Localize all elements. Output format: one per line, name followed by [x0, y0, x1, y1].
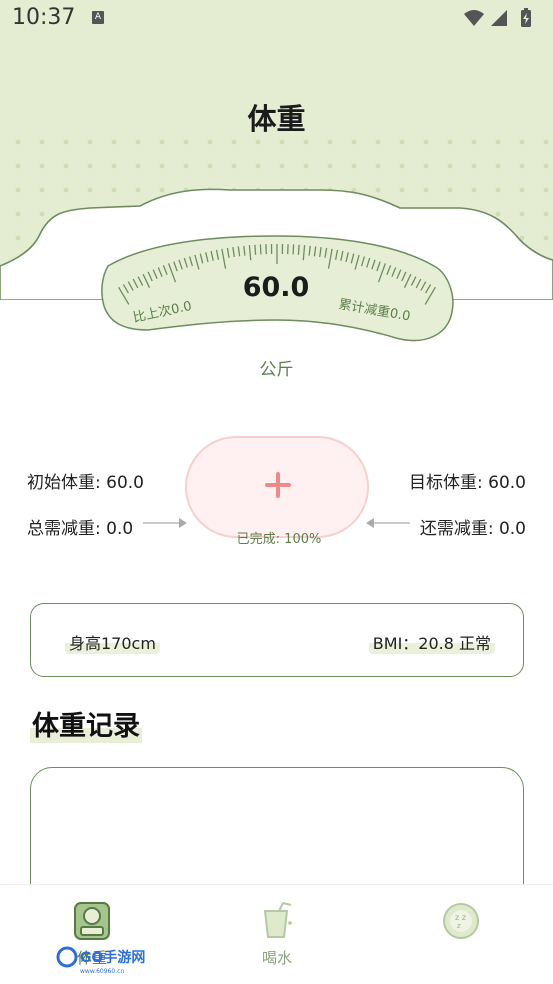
bmi-card: 身高170cm BMI：20.8 正常 [30, 603, 524, 677]
svg-text:z z: z z [455, 913, 466, 922]
right-connector-arrow [366, 516, 410, 530]
notification-icon: A [92, 11, 104, 24]
scale-tick [260, 244, 261, 254]
status-time: 10:37 [12, 5, 75, 30]
total-to-lose: 总需减重: 0.0 [27, 514, 133, 539]
scale-tick [255, 245, 256, 255]
sleep-icon: z z z [441, 901, 481, 941]
battery-icon [521, 8, 531, 27]
svg-text:z: z [457, 922, 461, 930]
add-weight-button[interactable]: 已完成: 100% [185, 436, 369, 538]
wifi-icon [464, 10, 484, 26]
target-weight: 目标体重: 60.0 [409, 468, 526, 493]
status-icons [463, 8, 541, 30]
plus-icon [265, 472, 291, 498]
current-weight-value: 60.0 [196, 272, 356, 303]
watermark-text: GO手游网 [80, 949, 145, 966]
bmi-label: BMI：20.8 正常 [369, 630, 495, 654]
page-title: 体重 [0, 96, 553, 138]
nav-tab-water[interactable]: 喝水 [227, 901, 327, 968]
height-label: 身高170cm [65, 630, 160, 654]
left-connector-arrow [143, 516, 187, 530]
status-bar: 10:37 A [0, 0, 553, 38]
water-cup-icon [257, 901, 297, 941]
signal-icon [491, 10, 507, 26]
remaining-to-lose: 还需减重: 0.0 [420, 514, 526, 539]
initial-weight: 初始体重: 60.0 [27, 468, 144, 493]
nav-tab-sleep[interactable]: z z z [411, 901, 511, 947]
completion-text: 已完成: 100% [187, 528, 371, 547]
watermark-subtext: www.60960.cn [80, 968, 124, 975]
records-title: 体重记录 [30, 704, 142, 743]
scale-tick [293, 244, 294, 254]
unit-label: 公斤 [0, 355, 553, 380]
watermark-logo: GO手游网 www.60960.cn [56, 946, 166, 976]
scale-icon [72, 901, 112, 941]
scale-tick [298, 245, 299, 255]
nav-label-water: 喝水 [227, 947, 327, 968]
